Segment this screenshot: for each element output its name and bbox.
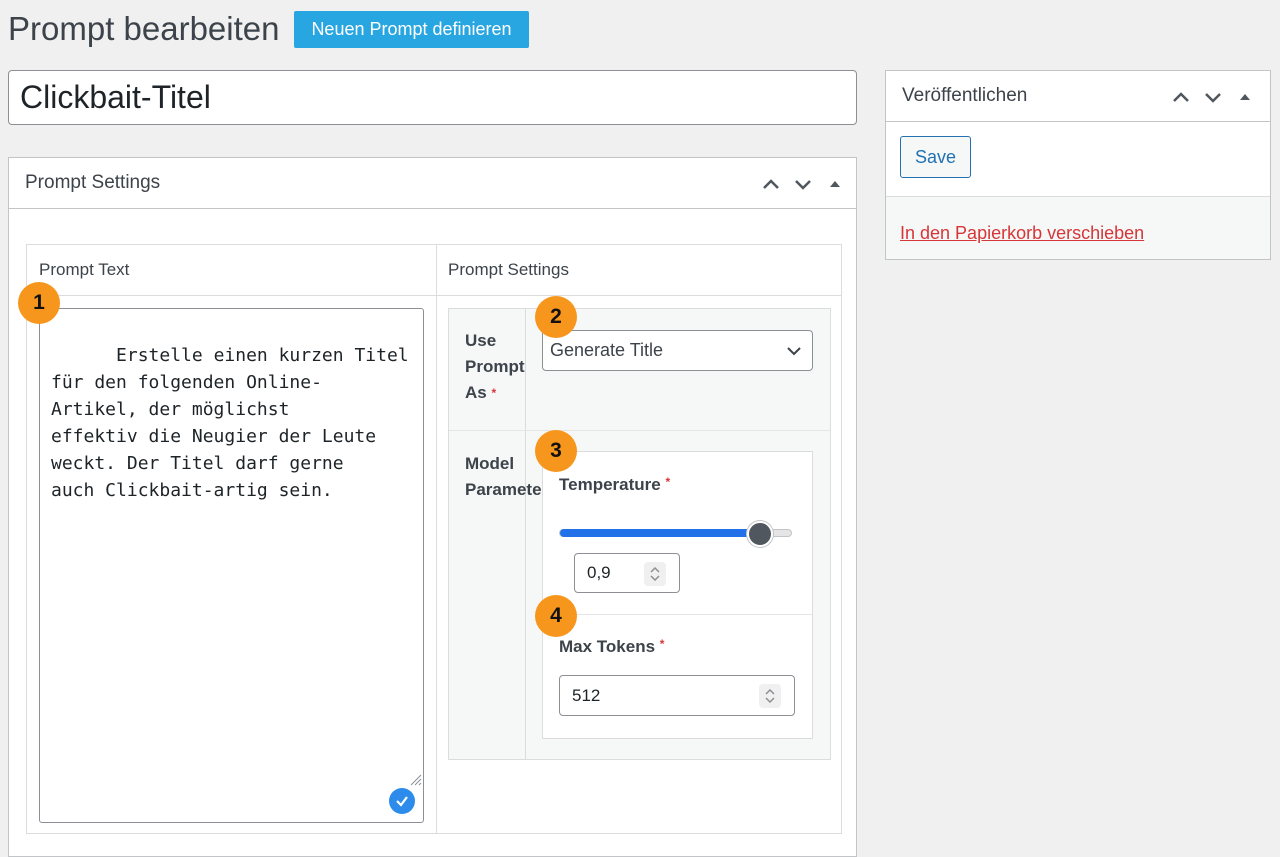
model-parameters-box: Temperature * 0,9 Max Tokens * 512 — [542, 451, 813, 739]
resize-handle-icon[interactable] — [321, 740, 422, 821]
move-down-icon[interactable] — [1202, 86, 1224, 108]
use-prompt-as-label: Use Prompt As * — [465, 331, 525, 402]
collapse-toggle-icon[interactable] — [1234, 86, 1256, 108]
new-prompt-button[interactable]: Neuen Prompt definieren — [294, 11, 529, 48]
temperature-slider-thumb[interactable] — [747, 521, 773, 547]
prompt-text-column-header: Prompt Text — [27, 245, 436, 296]
move-up-icon[interactable] — [760, 173, 782, 195]
save-button[interactable]: Save — [900, 136, 971, 178]
chevron-down-icon — [787, 347, 801, 356]
annotation-marker-2: 2 — [535, 296, 577, 338]
prompt-settings-column-header: Prompt Settings — [436, 245, 841, 296]
page-title: Prompt bearbeiten — [8, 10, 280, 47]
prompt-settings-panel: Use Prompt As * Generate Title Model Par… — [448, 308, 831, 760]
move-to-trash-link[interactable]: In den Papierkorb verschieben — [900, 223, 1144, 244]
prompt-settings-header: Prompt Settings — [9, 158, 856, 209]
temperature-spinner-icon[interactable] — [644, 562, 666, 586]
max-tokens-spinner-icon[interactable] — [759, 684, 781, 708]
prompt-settings-box: Prompt Settings Prompt Text Prompt Setti… — [8, 157, 857, 857]
column-divider — [436, 245, 437, 833]
max-tokens-label: Max Tokens * — [559, 637, 665, 656]
params-divider — [543, 614, 812, 615]
collapse-toggle-icon[interactable] — [824, 173, 846, 195]
temperature-label: Temperature * — [559, 475, 671, 494]
annotation-marker-3: 3 — [535, 430, 577, 472]
required-mark: * — [491, 386, 497, 400]
required-mark: * — [659, 637, 665, 651]
temperature-input[interactable]: 0,9 — [574, 553, 680, 593]
prompt-fields-table: Prompt Text Prompt Settings Erstelle ein… — [26, 244, 842, 834]
use-prompt-as-select[interactable]: Generate Title — [542, 330, 813, 371]
max-tokens-value: 512 — [572, 685, 601, 705]
annotation-marker-1: 1 — [18, 282, 60, 324]
prompt-text-area[interactable]: Erstelle einen kurzen Titel für den folg… — [39, 308, 424, 823]
publish-box: Veröffentlichen Save In den Papierkorb v… — [885, 70, 1271, 260]
max-tokens-input[interactable]: 512 — [559, 675, 795, 716]
prompt-text-content: Erstelle einen kurzen Titel für den folg… — [51, 345, 409, 501]
publish-title: Veröffentlichen — [902, 85, 1028, 106]
settings-row-divider — [449, 430, 830, 431]
title-input[interactable]: Clickbait-Titel — [8, 70, 857, 125]
publish-footer: In den Papierkorb verschieben — [886, 196, 1270, 259]
annotation-marker-4: 4 — [535, 595, 577, 637]
model-parameters-label: Model Parameters — [465, 454, 542, 499]
temperature-slider-fill — [560, 529, 760, 537]
required-mark: * — [665, 475, 671, 489]
temperature-value: 0,9 — [587, 563, 611, 582]
temperature-slider[interactable] — [559, 521, 792, 547]
use-prompt-as-value: Generate Title — [550, 340, 664, 360]
prompt-settings-title: Prompt Settings — [25, 172, 161, 193]
move-down-icon[interactable] — [792, 173, 814, 195]
publish-header: Veröffentlichen — [886, 71, 1270, 122]
move-up-icon[interactable] — [1170, 86, 1192, 108]
